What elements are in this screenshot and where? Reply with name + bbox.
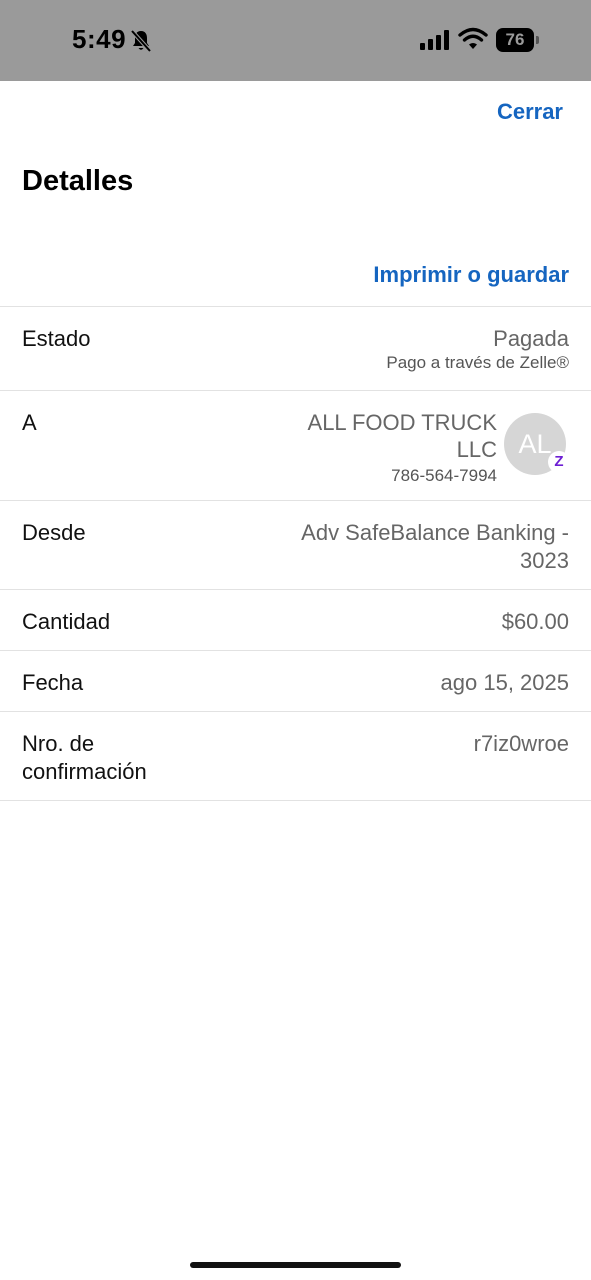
print-or-save-button[interactable]: Imprimir o guardar <box>373 262 569 288</box>
battery-icon: 76 <box>496 28 540 52</box>
battery-level: 76 <box>496 28 534 52</box>
estado-label: Estado <box>22 326 91 351</box>
recipient-label: A <box>22 410 37 435</box>
cellular-signal-icon <box>420 30 449 50</box>
row-cantidad: Cantidad $60.00 <box>0 590 591 651</box>
wifi-icon <box>458 27 488 49</box>
fecha-label: Fecha <box>22 670 84 695</box>
desde-value: Adv SafeBalance Banking - 3023 <box>301 520 569 573</box>
recipient-name: ALL FOOD TRUCK LLC <box>307 410 497 462</box>
estado-value: Pagada <box>493 326 569 351</box>
estado-sub: Pago a través de Zelle® <box>386 353 569 372</box>
close-button[interactable]: Cerrar <box>497 99 563 125</box>
battery-tip <box>536 36 539 44</box>
row-fecha: Fecha ago 15, 2025 <box>0 651 591 712</box>
confirmacion-value: r7iz0wroe <box>473 731 569 756</box>
cantidad-value: $60.00 <box>501 609 569 634</box>
details-list: Estado Pagada Pago a través de Zelle® A … <box>0 306 591 801</box>
row-recipient: A ALL FOOD TRUCK LLC 786-564-7994 AL Z <box>0 391 591 501</box>
zelle-icon: Z <box>548 451 570 473</box>
status-bar: 5:49 76 <box>0 0 591 81</box>
bell-slash-icon <box>130 29 152 53</box>
fecha-value: ago 15, 2025 <box>440 670 569 695</box>
details-sheet: Cerrar Detalles Imprimir o guardar Estad… <box>0 81 591 1280</box>
row-confirmacion: Nro. de confirmación r7iz0wroe <box>0 712 591 801</box>
row-desde: Desde Adv SafeBalance Banking - 3023 <box>0 501 591 590</box>
recipient-info: ALL FOOD TRUCK LLC 786-564-7994 <box>277 409 497 486</box>
recipient-phone: 786-564-7994 <box>391 466 497 485</box>
status-time: 5:49 <box>72 24 127 54</box>
cantidad-label: Cantidad <box>22 609 111 634</box>
row-estado: Estado Pagada Pago a través de Zelle® <box>0 307 591 391</box>
page-title: Detalles <box>22 165 134 197</box>
desde-label: Desde <box>22 520 86 545</box>
home-indicator[interactable] <box>190 1262 401 1268</box>
confirmacion-label: Nro. de confirmación <box>22 731 147 784</box>
